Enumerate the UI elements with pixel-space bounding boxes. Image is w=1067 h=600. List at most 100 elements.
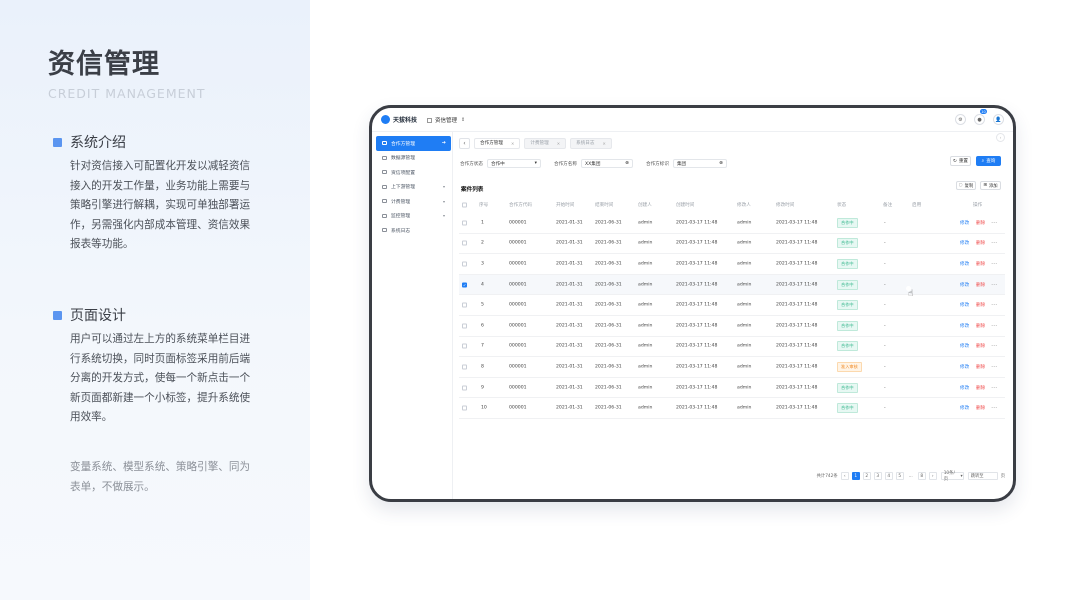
copy-button[interactable]: ◌ 复制 (956, 181, 976, 190)
edit-link[interactable]: 修改 (960, 282, 969, 288)
settings-icon[interactable]: ⚙ (955, 114, 966, 125)
more-icon[interactable]: ⋯ (991, 405, 997, 412)
edit-link[interactable]: 修改 (960, 220, 969, 226)
row-checkbox[interactable] (462, 343, 467, 349)
next-page-button[interactable]: › (928, 472, 937, 480)
page-button-5[interactable]: 5 (895, 472, 904, 480)
more-icon[interactable]: ⋯ (991, 281, 997, 288)
delete-link[interactable]: 删除 (976, 220, 985, 226)
query-button[interactable]: ⌕ 查询 (976, 156, 1001, 166)
cell-creator: admin (638, 405, 653, 411)
jump-page-input[interactable]: 跳转至 (967, 472, 998, 480)
close-icon[interactable]: ✕ (602, 141, 605, 146)
edit-link[interactable]: 修改 (960, 364, 969, 370)
tab-partner[interactable]: 合作方管理 ✕ (474, 137, 521, 149)
table-row[interactable]: ✓ 4 000001 2021-01-31 2021-06-31 admin 2021-03… (459, 274, 1005, 296)
more-icon[interactable]: ⋯ (991, 302, 997, 309)
row-checkbox[interactable]: ✓ (462, 282, 467, 288)
more-icon[interactable]: ⋯ (991, 260, 997, 267)
sidebar-item-log[interactable]: 系统日志 (376, 223, 451, 238)
page-button-2[interactable]: 2 (862, 472, 871, 480)
page-button-1[interactable]: 1 (851, 472, 860, 480)
more-icon[interactable]: ⋯ (991, 322, 997, 329)
sidebar-item-flow[interactable]: 上下游管理 ▾ (376, 180, 451, 195)
close-icon[interactable]: ✕ (511, 141, 514, 146)
row-checkbox[interactable] (462, 385, 467, 391)
col-header: 结束时间 (595, 203, 614, 208)
tabs-more-icon[interactable]: › (996, 133, 1005, 142)
logo-icon (381, 115, 390, 124)
edit-link[interactable]: 修改 (960, 343, 969, 349)
edit-link[interactable]: 修改 (960, 385, 969, 391)
user-icon[interactable]: 👤 (993, 114, 1004, 125)
clear-icon[interactable]: ⊗ (625, 161, 629, 166)
table-row[interactable]: 9 000001 2021-01-31 2021-06-31 admin 2021-03-… (459, 378, 1005, 399)
table-row[interactable]: 1 000001 2021-01-31 2021-06-31 admin 2021-03-… (459, 213, 1005, 234)
delete-link[interactable]: 删除 (976, 302, 985, 308)
prev-page-button[interactable]: ‹ (840, 472, 849, 480)
sidebar-item-billing[interactable]: 计费管理 ▾ (376, 194, 451, 209)
tab-back-button[interactable]: ‹ (459, 137, 470, 149)
table-row[interactable]: 10 000001 2021-01-31 2021-06-31 admin 2021-03… (459, 398, 1005, 419)
more-icon[interactable]: ⋯ (991, 363, 997, 370)
filter-id-input[interactable]: 集团 ⊗ (672, 159, 727, 168)
edit-link[interactable]: 修改 (960, 323, 969, 329)
row-checkbox[interactable] (462, 323, 467, 329)
table-row[interactable]: 7 000001 2021-01-31 2021-06-31 admin 2021-03-… (459, 337, 1005, 358)
system-menu-toggle[interactable]: 资信管理 ⇕ (427, 116, 465, 124)
row-checkbox[interactable] (462, 220, 467, 226)
close-icon[interactable]: ✕ (557, 141, 560, 146)
edit-link[interactable]: 修改 (960, 240, 969, 246)
row-checkbox[interactable] (462, 405, 467, 411)
jump-label: 跳转至 (970, 474, 984, 479)
cell-modifier: admin (737, 220, 752, 226)
filter-name-input[interactable]: XX集团 ⊗ (580, 159, 633, 168)
tab-label: 合作方管理 (480, 141, 503, 146)
edit-link[interactable]: 修改 (960, 405, 969, 411)
page-button-4[interactable]: 4 (884, 472, 893, 480)
more-icon[interactable]: ⋯ (991, 343, 997, 350)
more-icon[interactable]: ⋯ (991, 384, 997, 391)
filter-status-select[interactable]: 合作中 ▾ (486, 159, 541, 168)
page-button-8[interactable]: 8 (917, 472, 926, 480)
sidebar-item-monitor[interactable]: 监控管理 ▾ (376, 209, 451, 224)
row-checkbox[interactable] (462, 261, 467, 267)
message-icon[interactable]: ● (974, 114, 985, 125)
add-button[interactable]: ⊞ 添加 (980, 181, 1001, 190)
delete-link[interactable]: 删除 (976, 364, 985, 370)
sidebar-item-datasource[interactable]: 数据源管理 (376, 151, 451, 166)
page-tabs: ‹ 合作方管理 ✕ 计费管理 ✕ 系统日志 ✕ (459, 136, 616, 150)
more-icon[interactable]: ⋯ (991, 240, 997, 247)
select-all-checkbox[interactable] (462, 202, 467, 208)
delete-link[interactable]: 删除 (976, 282, 985, 288)
sidebar-item-partner[interactable]: 合作方管理 ➔ (376, 136, 451, 151)
tab-billing[interactable]: 计费管理 ✕ (524, 137, 567, 149)
delete-link[interactable]: 删除 (976, 240, 985, 246)
app-logo[interactable]: 天拔科技 (381, 115, 417, 124)
delete-link[interactable]: 删除 (976, 323, 985, 329)
page-size-select[interactable]: 10条/页 ▾ (940, 471, 964, 482)
row-checkbox[interactable] (462, 240, 467, 246)
cell-modifier: admin (737, 240, 752, 246)
edit-link[interactable]: 修改 (960, 302, 969, 308)
reset-button[interactable]: ↻ 重置 (950, 156, 971, 166)
page-button-3[interactable]: 3 (873, 472, 882, 480)
sidebar-item-label: 上下游管理 (391, 185, 415, 191)
delete-link[interactable]: 删除 (976, 343, 985, 349)
row-checkbox[interactable] (462, 302, 467, 308)
table-row[interactable]: 2 000001 2021-01-31 2021-06-31 admin 2021-03-… (459, 234, 1005, 255)
table-row[interactable]: 5 000001 2021-01-31 2021-06-31 admin 2021-03-… (459, 295, 1005, 316)
delete-link[interactable]: 删除 (976, 405, 985, 411)
system-menu-label: 资信管理 (435, 118, 458, 124)
table-row[interactable]: 8 000001 2021-01-31 2021-06-31 admin 2021-03-… (459, 357, 1005, 378)
clear-icon[interactable]: ⊗ (719, 161, 723, 166)
row-checkbox[interactable] (462, 364, 467, 370)
edit-link[interactable]: 修改 (960, 261, 969, 267)
tab-log[interactable]: 系统日志 ✕ (570, 137, 612, 149)
delete-link[interactable]: 删除 (976, 385, 985, 391)
table-row[interactable]: 6 000001 2021-01-31 2021-06-31 admin 2021-03-… (459, 316, 1005, 337)
sidebar-item-config[interactable]: 资信项配置 (376, 165, 451, 180)
table-row[interactable]: 3 000001 2021-01-31 2021-06-31 admin 2021-03-… (459, 254, 1005, 275)
more-icon[interactable]: ⋯ (991, 219, 997, 226)
delete-link[interactable]: 删除 (976, 261, 985, 267)
